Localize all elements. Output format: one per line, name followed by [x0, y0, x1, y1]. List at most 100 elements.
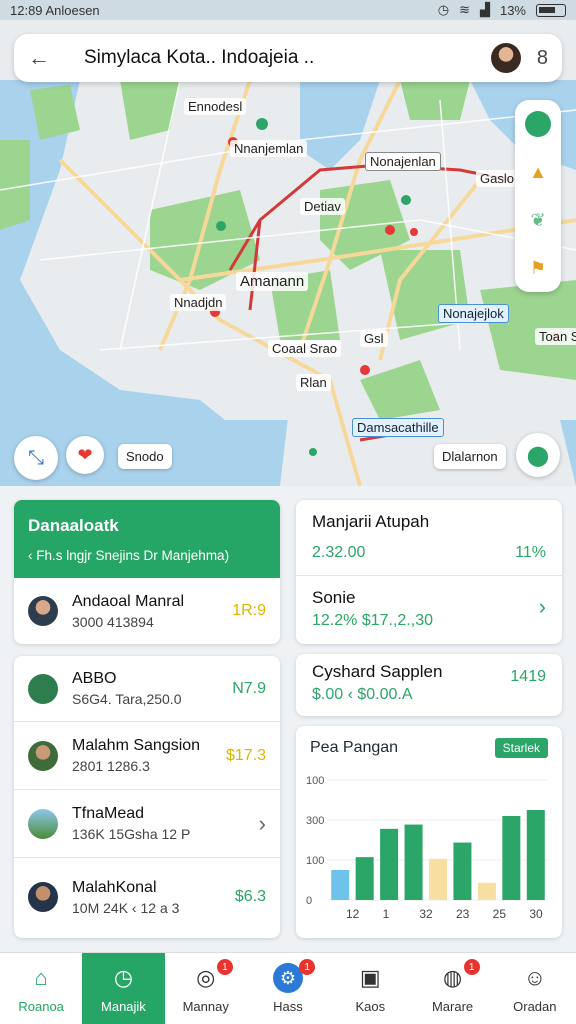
wifi-icon: ≋: [459, 2, 470, 17]
map-label[interactable]: Nnanjemlan: [230, 140, 308, 157]
list-item[interactable]: ABBO S6G4. Tara,250.0 N7.9: [14, 656, 280, 722]
stat-label: Sonie: [312, 588, 356, 607]
map-canvas: [0, 20, 576, 486]
notification-badge: 1: [299, 959, 316, 975]
stat-percent: 1419: [510, 668, 546, 685]
item-value: $17.3: [225, 746, 266, 764]
leaf-icon[interactable]: ❦: [523, 205, 553, 235]
item-name: Malahm Sangsion: [72, 737, 201, 754]
search-title[interactable]: Simylaса Kota.. Indoajеіа ..: [64, 47, 491, 69]
item-name: Andaoal Manral: [72, 592, 185, 610]
list-item[interactable]: Andaoal Manral 3000 413894 1R:9: [14, 578, 280, 644]
poi-button[interactable]: ❤: [66, 436, 104, 474]
nav-label: Manajіk: [101, 999, 146, 1014]
item-sub: 136K 15Gsha 12 P: [72, 826, 191, 842]
status-right: ◷ ≋ ▟ 13%: [438, 2, 566, 18]
avatar: [28, 596, 58, 626]
nav-item-oradan[interactable]: ☺ Oradan: [494, 953, 576, 1024]
y-tick-label: 100: [306, 775, 324, 787]
chart-title: Pea Pangan: [310, 739, 399, 756]
nav-label: Kaos: [355, 999, 386, 1014]
nav-label: Roanoa: [18, 999, 64, 1014]
list-item[interactable]: Malahm Sangsion 2801 1286.3 $17.3: [14, 722, 280, 790]
filter-chip[interactable]: Snodo: [118, 444, 172, 469]
chart-bar: [331, 870, 350, 900]
layer-chip[interactable]: Dlalarnon: [434, 444, 506, 469]
list-item[interactable]: TfnaMead 136K 15Gsha 12 P ›: [14, 790, 280, 858]
tree-icon[interactable]: [523, 109, 553, 139]
user-icon: ☺: [523, 965, 547, 990]
clock-icon: ◷: [113, 965, 134, 990]
stat-value: 2.32.00: [312, 544, 366, 561]
flag-icon[interactable]: ⚑: [523, 253, 553, 283]
map-label[interactable]: Gsl: [360, 330, 388, 347]
stats-card: Manjarii Atupah 2.32.00 11% Sonie 12.2% $…: [296, 500, 562, 644]
stat-card[interactable]: Cyshard Sapplen $.00 ‹ $0.00.A 1419: [296, 654, 562, 716]
item-name: TfnaMead: [72, 805, 145, 822]
map-label[interactable]: Nonajenlan: [365, 152, 441, 171]
menu-icon[interactable]: 8: [537, 47, 548, 70]
chart-bar: [355, 857, 374, 900]
map-label[interactable]: Amanann: [236, 272, 309, 291]
chart-bar: [502, 816, 521, 900]
warning-icon[interactable]: ▲: [523, 157, 553, 187]
home-icon: ⌂: [34, 965, 48, 990]
stat-value: $.00 ‹ $0.00.A: [312, 686, 413, 703]
avatar[interactable]: [490, 43, 521, 73]
stat-label: Manjarii Atupah: [312, 512, 430, 531]
stat-item[interactable]: Manjarii Atupah 2.32.00 11%: [296, 500, 562, 576]
map-label[interactable]: Coaal Srao: [268, 340, 342, 357]
map-label[interactable]: Detiav: [300, 198, 345, 215]
nav-label: Marare: [431, 999, 474, 1014]
nav-item-hass[interactable]: ⚙ Hass 1: [247, 953, 329, 1024]
search-bar[interactable]: ← Simylaса Kota.. Indoajеіа .. 8: [14, 34, 562, 82]
notification-badge: 1: [216, 959, 233, 975]
summary-card[interactable]: Danaaloatk ‹ Fh.s lngjr Snejins Dr Manje…: [14, 500, 280, 644]
item-name: ABBO: [72, 670, 117, 687]
summary-subtitle: ‹ Fh.s lngjr Snejins Dr Manjehma): [28, 548, 230, 563]
nav-item-mannay[interactable]: ◎ Mannay 1: [165, 953, 247, 1024]
clock-icon: ◷: [437, 2, 450, 17]
location-button[interactable]: ⬤: [516, 433, 560, 477]
item-sub: S6G4. Tara,250.0: [72, 691, 182, 707]
map-label[interactable]: Gaslo: [476, 170, 518, 187]
avatar: [28, 673, 58, 704]
chart-bar: [380, 828, 399, 900]
x-tick-label: 25: [493, 907, 507, 921]
nav-item-marare[interactable]: ◍ Marare 1: [411, 953, 493, 1024]
status-time: 12:89: [10, 2, 43, 18]
chevron-right-icon[interactable]: ›: [259, 811, 266, 837]
list-item[interactable]: MalahKonal 10M 24K ‹ 12 a 3 $6.3: [14, 858, 280, 936]
item-sub: 10M 24K ‹ 12 a 3: [72, 899, 180, 916]
recenter-button[interactable]: ⤡: [14, 436, 58, 480]
chart-bar: [453, 842, 472, 900]
map-label[interactable]: Nnadjdn: [170, 294, 227, 311]
nav-label: Oradan: [513, 999, 557, 1014]
summary-title: Danaaloatk: [28, 516, 119, 535]
chevron-right-icon[interactable]: ›: [539, 594, 546, 630]
map-label[interactable]: Damsacathille: [352, 418, 444, 437]
avatar: [28, 808, 58, 839]
x-tick-label: 32: [419, 907, 433, 921]
nav-label: Hass: [273, 999, 303, 1014]
nav-item-kaos[interactable]: ▣ Kaos: [329, 953, 411, 1024]
back-arrow-icon[interactable]: ←: [28, 45, 64, 71]
avatar: [28, 882, 58, 912]
item-value: 1R:9: [232, 602, 266, 619]
map-label[interactable]: Rlan: [296, 374, 331, 391]
stat-item[interactable]: Sonie 12.2% $17.,2.,30 ›: [296, 576, 562, 642]
map-label[interactable]: Ennodesl: [184, 98, 247, 115]
map-label[interactable]: Nonajejlok: [438, 304, 509, 323]
x-tick-label: 12: [346, 907, 360, 921]
item-sub: 3000 413894: [72, 613, 154, 630]
nav-item-roanoa[interactable]: ⌂ Roanoa: [0, 953, 82, 1024]
summary-header: Danaaloatk ‹ Fh.s lngjr Snejins Dr Manje…: [14, 500, 280, 578]
bar-chart: 100 300 100 0 12 1 32 23 25 30: [306, 775, 548, 921]
chart-bar: [404, 824, 423, 900]
chart-badge[interactable]: Starlek: [494, 738, 548, 758]
map-view[interactable]: Ennodesl Nnanjemlan Nonajenlan Gaslo Det…: [0, 20, 576, 486]
item-name: MalahKonal: [72, 878, 157, 896]
nav-item-manaj-k[interactable]: ◷ Manajіk: [82, 953, 165, 1024]
x-tick-label: 23: [456, 907, 470, 921]
map-label[interactable]: Toan Sek: [535, 328, 576, 345]
